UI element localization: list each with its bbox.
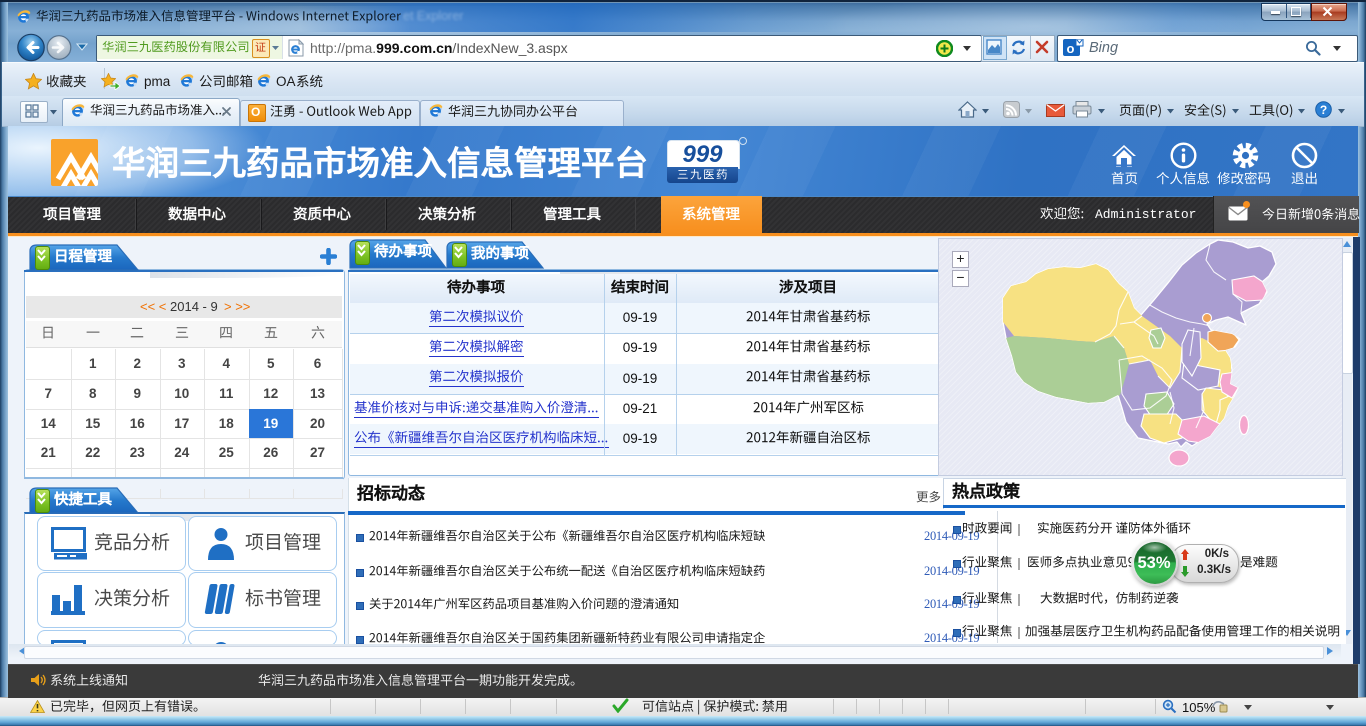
svg-text:?: ? [1320, 103, 1327, 117]
